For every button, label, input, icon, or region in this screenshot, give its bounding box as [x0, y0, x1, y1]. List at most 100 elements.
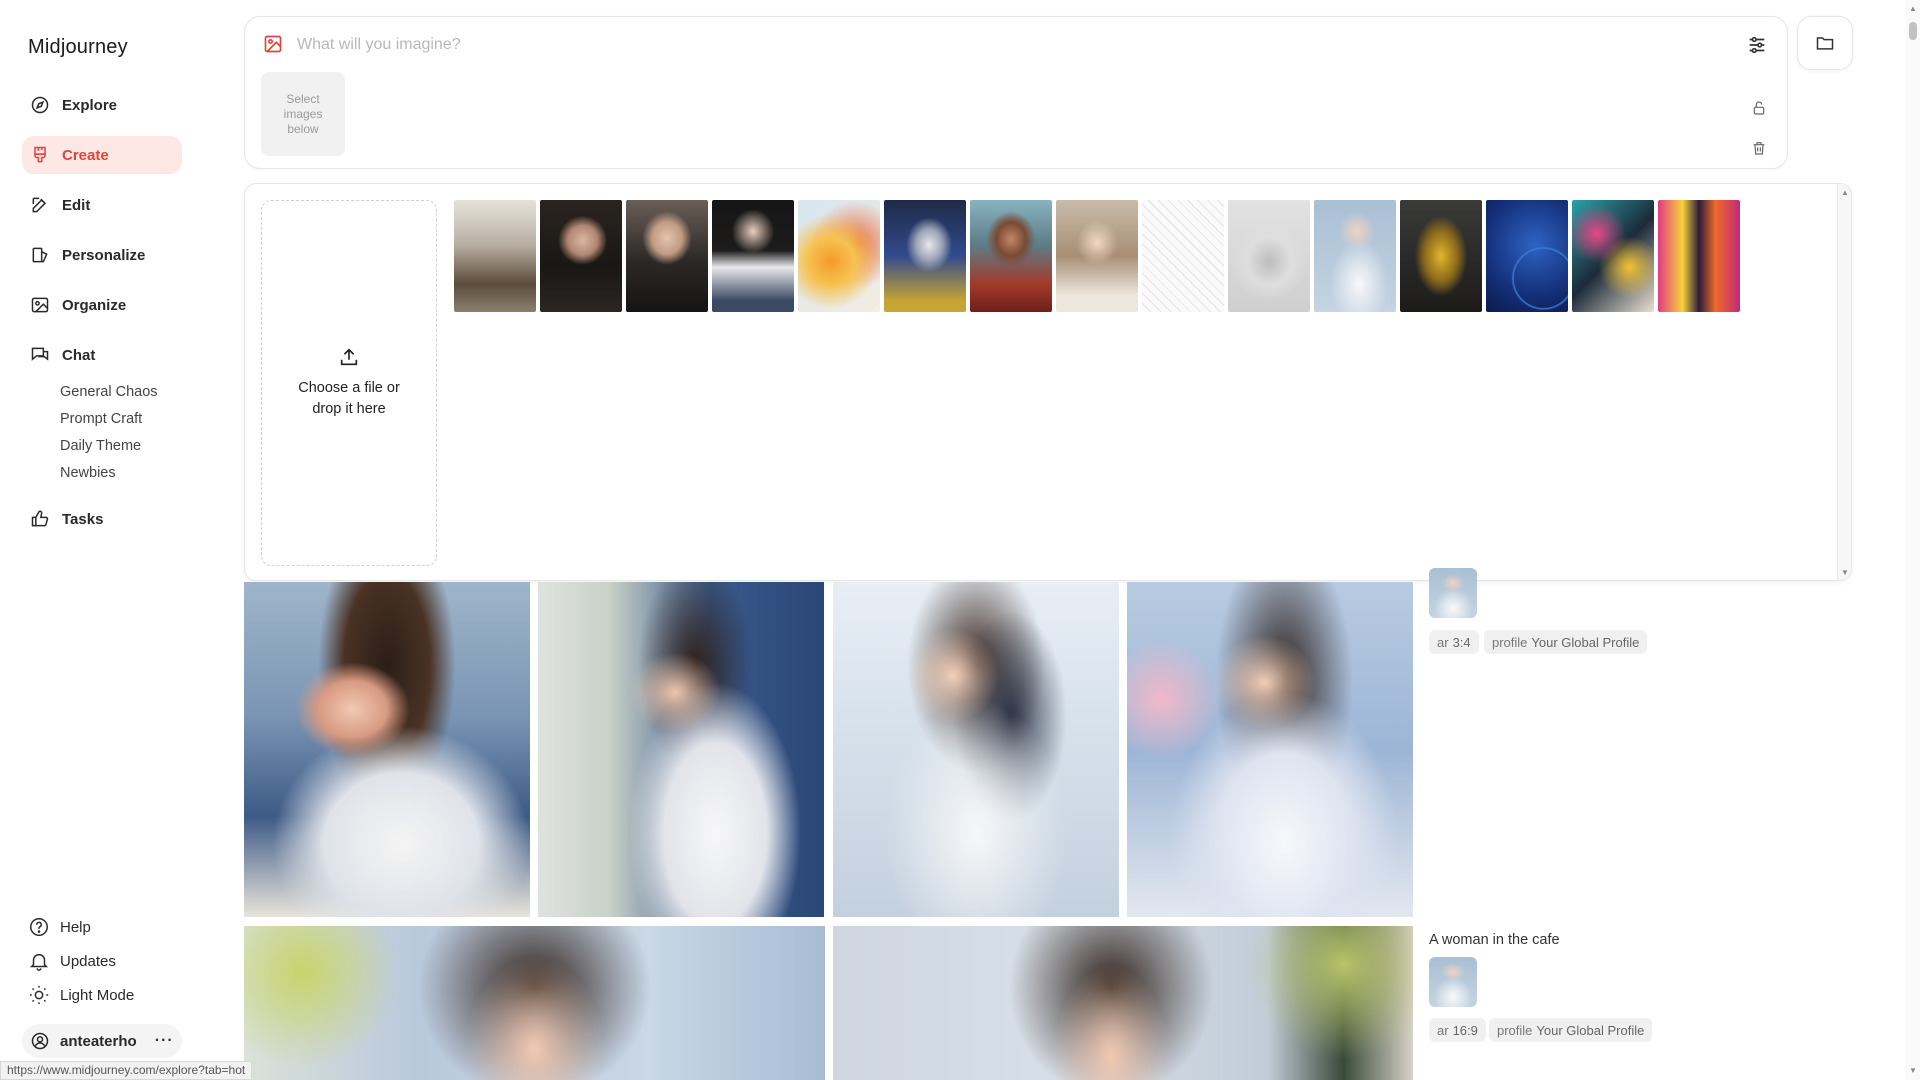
panel-scrollbar[interactable]: ▲ ▼ — [1837, 184, 1851, 580]
scroll-down-icon[interactable]: ▼ — [1841, 568, 1849, 577]
nav-create-label: Create — [62, 146, 109, 164]
prompt-bar: Select images below — [244, 16, 1788, 169]
generated-image-2[interactable] — [538, 582, 824, 917]
username: anteaterho — [60, 1032, 137, 1050]
nav-edit[interactable]: Edit — [22, 186, 182, 224]
folder-icon — [1816, 37, 1834, 50]
nav-explore-label: Explore — [62, 96, 118, 114]
image-select-slot[interactable]: Select images below — [261, 72, 345, 156]
light-mode-label: Light Mode — [60, 986, 135, 1004]
chat-channel-general-chaos[interactable]: General Chaos — [60, 384, 158, 400]
brush-icon — [34, 146, 46, 163]
nav-tasks-label: Tasks — [62, 510, 104, 528]
thumbnail-dark-hair-portrait[interactable] — [540, 200, 622, 312]
help-link[interactable]: Help — [28, 916, 91, 938]
thumbnail-woman-white-top[interactable] — [712, 200, 794, 312]
chip-value-profile: Your Global Profile — [1531, 634, 1640, 650]
scroll-up-icon[interactable]: ▲ — [1841, 188, 1849, 197]
upload-panel: Choose a file or drop it here ▲ ▼ — [244, 183, 1852, 581]
uploaded-thumbnails — [454, 200, 1740, 312]
thumbnail-woman-cafe-laptop[interactable] — [1056, 200, 1138, 312]
page-scrollbar[interactable]: ▲ ▼ — [1906, 0, 1920, 1080]
aspect-ratio-chip-2[interactable]: ar 16:9 — [1429, 1018, 1486, 1042]
thumbnail-mecha-robot[interactable] — [884, 200, 966, 312]
reference-thumbnail-2[interactable] — [1429, 957, 1477, 1007]
thumbnail-neon-city-street[interactable] — [1658, 200, 1740, 312]
user-avatar-icon — [31, 1032, 49, 1050]
thumbnail-sketch-drawing[interactable] — [1142, 200, 1224, 312]
page-scroll-up-icon[interactable]: ▲ — [1909, 4, 1917, 13]
nav-tasks[interactable]: Tasks — [22, 500, 182, 538]
nav-chat[interactable]: Chat — [22, 336, 182, 374]
chip-value-ar: 16:9 — [1452, 1022, 1478, 1038]
sliders-icon — [1749, 36, 1765, 54]
chip-key-ar: ar — [1437, 634, 1449, 650]
nav-organize[interactable]: Organize — [22, 286, 182, 324]
nav-edit-label: Edit — [62, 196, 91, 214]
nav-chat-label: Chat — [62, 346, 96, 364]
page-scroll-down-icon[interactable]: ▼ — [1909, 1066, 1917, 1075]
image-prompt-icon[interactable] — [263, 34, 283, 54]
chip-key-profile: profile — [1497, 1022, 1533, 1038]
chat-channel-daily-theme[interactable]: Daily Theme — [60, 438, 141, 454]
settings-button[interactable] — [1743, 31, 1771, 59]
prompt-input[interactable] — [297, 31, 1677, 59]
chat-icon — [31, 347, 49, 361]
help-icon — [30, 918, 48, 936]
thumbnail-yellow-mech[interactable] — [1400, 200, 1482, 312]
sidebar: Midjourney Explore Create Edit Personali… — [0, 0, 240, 1080]
thumbnail-pop-art-mech[interactable] — [1572, 200, 1654, 312]
chip-key-profile: profile — [1492, 634, 1528, 650]
nav-create[interactable]: Create — [22, 136, 182, 174]
sun-icon — [29, 985, 49, 1005]
folder-button[interactable] — [1797, 16, 1853, 70]
thumbnail-colorful-warrior[interactable] — [970, 200, 1052, 312]
chip-value-profile: Your Global Profile — [1536, 1022, 1645, 1038]
nav-personalize[interactable]: Personalize — [22, 236, 182, 274]
thumbnail-blue-abstract-circle[interactable] — [1486, 200, 1568, 312]
help-label: Help — [60, 918, 91, 936]
upload-icon — [340, 348, 358, 366]
updates-link[interactable]: Updates — [28, 950, 116, 972]
chat-channel-prompt-craft[interactable]: Prompt Craft — [60, 411, 142, 427]
user-profile[interactable]: anteaterho ··· — [22, 1024, 182, 1058]
reference-thumbnail-1[interactable] — [1429, 568, 1477, 618]
file-dropzone[interactable]: Choose a file or drop it here — [261, 200, 437, 566]
compass-icon — [31, 96, 49, 114]
page-scroll-thumb[interactable] — [1909, 22, 1917, 40]
thumbnail-woman-black-blazer[interactable] — [626, 200, 708, 312]
light-mode-toggle[interactable]: Light Mode — [28, 984, 134, 1006]
profile-chip-2[interactable]: profile Your Global Profile — [1489, 1018, 1653, 1042]
profile-chip-1[interactable]: profile Your Global Profile — [1484, 630, 1648, 654]
thumbnail-orange-paint-cloud[interactable] — [798, 200, 880, 312]
more-options-icon[interactable]: ··· — [155, 1032, 174, 1050]
nav-organize-label: Organize — [62, 296, 127, 314]
updates-label: Updates — [60, 952, 116, 970]
thumbnail-pencil-hand-sketch[interactable] — [1228, 200, 1310, 312]
thumbs-up-icon — [31, 510, 49, 527]
unlock-icon — [1753, 101, 1765, 115]
lock-button[interactable] — [1747, 96, 1771, 120]
bell-icon — [29, 953, 49, 971]
app-root: Midjourney Explore Create Edit Personali… — [0, 0, 1920, 1080]
app-logo[interactable]: Midjourney — [28, 36, 128, 59]
thumbnail-winter-coat-woman[interactable] — [454, 200, 536, 312]
delete-button[interactable] — [1747, 136, 1771, 160]
nav-explore[interactable]: Explore — [22, 86, 182, 124]
prompt-title[interactable]: A woman in the cafe — [1429, 932, 1560, 948]
nav-personalize-label: Personalize — [62, 246, 146, 264]
aspect-ratio-chip-1[interactable]: ar 3:4 — [1429, 630, 1479, 654]
thumbnail-ponytail-girl-white-shirt[interactable] — [1314, 200, 1396, 312]
chip-value-ar: 3:4 — [1452, 634, 1471, 650]
generated-image-6[interactable] — [833, 926, 1413, 1080]
chat-channel-newbies[interactable]: Newbies — [60, 465, 116, 481]
generated-image-3[interactable] — [833, 582, 1119, 917]
dropzone-text: Choose a file or drop it here — [298, 380, 400, 417]
status-bar-url: https://www.midjourney.com/explore?tab=h… — [0, 1061, 253, 1080]
generated-image-4[interactable] — [1127, 582, 1413, 917]
chip-key-ar: ar — [1437, 1022, 1449, 1038]
image-icon — [31, 297, 49, 313]
edit-icon — [32, 197, 47, 213]
generated-image-1[interactable] — [244, 582, 530, 917]
generated-image-5[interactable] — [244, 926, 825, 1080]
